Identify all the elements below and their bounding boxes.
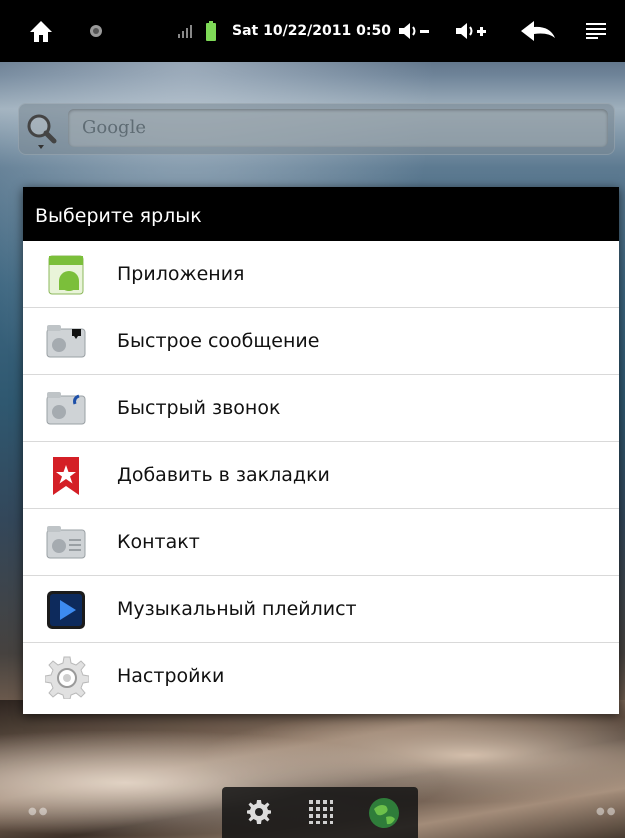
settings-gear-icon <box>44 655 90 700</box>
list-item-label: Добавить в закладки <box>117 464 330 486</box>
search-input[interactable]: Google <box>68 109 608 147</box>
list-item-label: Контакт <box>117 531 200 553</box>
list-item-label: Приложения <box>117 263 245 285</box>
music-playlist-icon <box>45 589 89 631</box>
volume-down-icon[interactable] <box>396 0 432 62</box>
back-icon[interactable] <box>518 0 558 62</box>
launcher-dock <box>222 787 418 838</box>
list-item-label: Быстрое сообщение <box>117 330 320 352</box>
status-bar: Sat 10/22/2011 0:50 <box>0 0 625 62</box>
list-item-contact[interactable]: Контакт <box>23 509 619 576</box>
browser-globe-icon[interactable] <box>368 797 400 833</box>
android-apps-icon <box>45 254 89 296</box>
list-item-applications[interactable]: Приложения <box>23 241 619 308</box>
signal-icon <box>176 0 194 62</box>
list-item-label: Настройки <box>117 665 225 687</box>
google-search-widget[interactable]: Google <box>18 103 615 155</box>
battery-icon <box>204 0 218 62</box>
bookmark-icon <box>45 455 89 497</box>
dialog-title: Выберите ярлык <box>23 187 619 241</box>
list-item-label: Музыкальный плейлист <box>117 598 357 620</box>
app-grid-icon[interactable] <box>308 799 334 829</box>
list-item-label: Быстрый звонок <box>117 397 281 419</box>
list-item-direct-dial[interactable]: Быстрый звонок <box>23 375 619 442</box>
page-indicator-right: ●● <box>596 806 618 817</box>
volume-up-icon[interactable] <box>453 0 489 62</box>
search-placeholder: Google <box>82 117 146 138</box>
menu-icon[interactable] <box>584 0 608 62</box>
search-icon[interactable] <box>24 111 64 151</box>
list-item-music-playlist[interactable]: Музыкальный плейлист <box>23 576 619 643</box>
shortcut-picker-dialog: Выберите ярлык Приложения Быстрое сообще… <box>23 187 619 714</box>
direct-dial-icon <box>45 388 89 430</box>
contact-icon <box>45 522 89 564</box>
direct-message-icon <box>45 321 89 363</box>
list-item-direct-message[interactable]: Быстрое сообщение <box>23 308 619 375</box>
record-icon <box>86 0 106 62</box>
status-datetime: Sat 10/22/2011 0:50 <box>232 23 391 39</box>
list-item-settings[interactable]: Настройки <box>23 643 619 714</box>
page-indicator-left: ●● <box>28 806 50 817</box>
home-icon[interactable] <box>24 0 58 62</box>
settings-gear-icon[interactable] <box>246 799 272 829</box>
list-item-bookmark[interactable]: Добавить в закладки <box>23 442 619 509</box>
